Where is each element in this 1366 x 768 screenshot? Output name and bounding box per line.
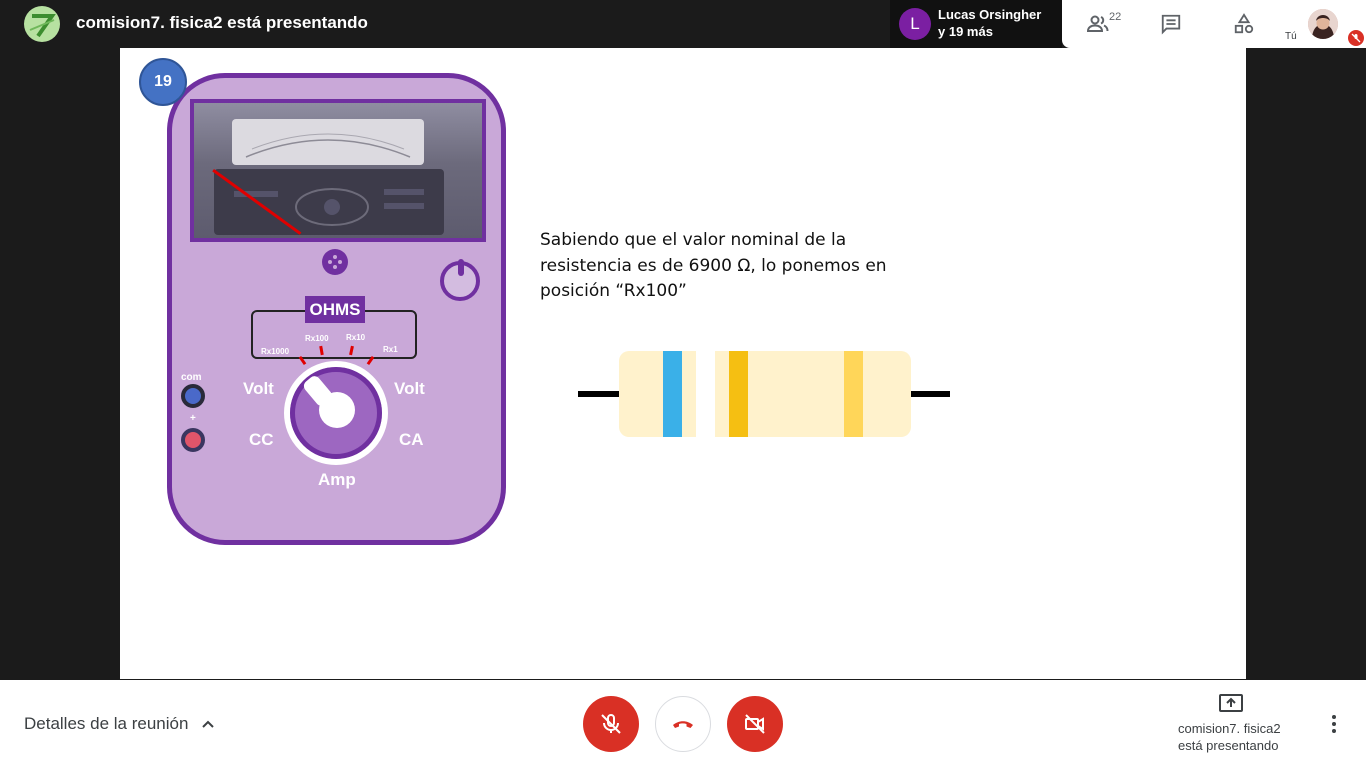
presenting-name: comision7. fisica2 xyxy=(1178,721,1281,736)
slide-text-line: Sabiendo que el valor nominal de la xyxy=(540,230,847,250)
resistor-band-4 xyxy=(844,351,863,437)
resistor-body xyxy=(619,351,911,437)
bottom-bar: Detalles de la reunión comision7. fisica… xyxy=(0,680,1366,768)
chat-icon xyxy=(1161,14,1181,35)
presenting-status: comision7. fisica2 está presentando xyxy=(1178,720,1281,754)
resistor-lead-left xyxy=(578,391,619,397)
ca-label: CA xyxy=(399,430,424,449)
tick-label-rx10: Rx10 xyxy=(346,333,366,342)
volt-cc-label: Volt xyxy=(243,379,274,398)
camera-toggle-button[interactable] xyxy=(727,696,783,752)
com-jack xyxy=(181,384,205,408)
chat-button[interactable] xyxy=(1151,4,1191,44)
presentation-slide: 19 OHMS Rx1000 Rx100 Rx10 Rx1 Volt Volt … xyxy=(120,48,1246,679)
selector-knob xyxy=(319,392,355,428)
people-icon xyxy=(1086,15,1109,32)
mic-off-icon xyxy=(601,714,621,734)
active-participants-chip[interactable]: L Lucas Orsingher y 19 más xyxy=(890,0,1062,48)
tick-label-rx1000: Rx1000 xyxy=(261,347,290,356)
resistor-band-1 xyxy=(663,351,682,437)
shapes-icon xyxy=(1234,13,1254,34)
meeting-toolbar: 22 xyxy=(1062,0,1280,48)
people-count: 22 xyxy=(1109,11,1122,23)
selector-dial xyxy=(290,367,382,459)
people-button[interactable]: 22 xyxy=(1078,4,1122,44)
participant-more-count: y 19 más xyxy=(938,24,993,39)
tick-label-rx100: Rx100 xyxy=(305,334,329,343)
meter-body-photo xyxy=(214,169,444,235)
adjust-screw-icon xyxy=(322,249,348,275)
self-label: Tú xyxy=(1285,31,1297,42)
plus-label: + xyxy=(190,413,196,424)
chevron-up-icon xyxy=(202,720,215,728)
meter-dial-window xyxy=(232,119,424,165)
activities-button[interactable] xyxy=(1224,4,1264,44)
presenting-state: está presentando xyxy=(1178,738,1279,753)
amp-label: Amp xyxy=(318,470,356,489)
participant-name: Lucas Orsingher xyxy=(938,7,1042,22)
slide-text-line: resistencia es de 6900 Ω, lo ponemos en xyxy=(540,255,887,276)
microphone-toggle-button[interactable] xyxy=(583,696,639,752)
self-view-tile[interactable]: Tú xyxy=(1280,0,1366,48)
meeting-details-button[interactable]: Detalles de la reunión xyxy=(24,714,216,734)
ohms-label: OHMS xyxy=(305,296,365,323)
power-icon xyxy=(440,259,480,301)
tick-label-rx1: Rx1 xyxy=(383,345,398,354)
plus-jack xyxy=(181,428,205,452)
resistor-band-2 xyxy=(696,351,715,437)
more-options-icon[interactable] xyxy=(1322,712,1346,736)
presenter-avatar xyxy=(24,6,60,42)
top-bar: comision7. fisica2 está presentando L Lu… xyxy=(0,0,1366,48)
meet-window: comision7. fisica2 está presentando L Lu… xyxy=(0,0,1366,768)
resistor-band-3 xyxy=(729,351,748,437)
camera-off-icon xyxy=(745,714,765,734)
meter-display xyxy=(190,99,486,242)
multimeter-illustration: OHMS Rx1000 Rx100 Rx10 Rx1 Volt Volt CC … xyxy=(167,73,506,545)
mic-off-icon xyxy=(1351,33,1361,43)
present-screen-icon[interactable] xyxy=(1219,694,1243,714)
slide-body-text: Sabiendo que el valor nominal de la resi… xyxy=(540,228,920,305)
com-label: com xyxy=(181,372,202,383)
hang-up-icon xyxy=(673,721,693,728)
volt-ca-label: Volt xyxy=(394,379,425,398)
slide-text-line: posición “Rx100” xyxy=(540,281,687,301)
meeting-details-label: Detalles de la reunión xyxy=(24,714,189,733)
resistor-lead-right xyxy=(911,391,950,397)
leave-call-button[interactable] xyxy=(655,696,711,752)
participants-names: Lucas Orsingher y 19 más xyxy=(938,6,1041,40)
slide-number-badge: 19 xyxy=(139,58,187,106)
self-muted-indicator xyxy=(1348,30,1364,46)
participant-avatar: L xyxy=(899,8,931,40)
presenting-title: comision7. fisica2 está presentando xyxy=(76,13,368,32)
self-avatar xyxy=(1308,9,1338,39)
resistor-illustration xyxy=(578,351,950,437)
cc-label: CC xyxy=(249,430,274,449)
